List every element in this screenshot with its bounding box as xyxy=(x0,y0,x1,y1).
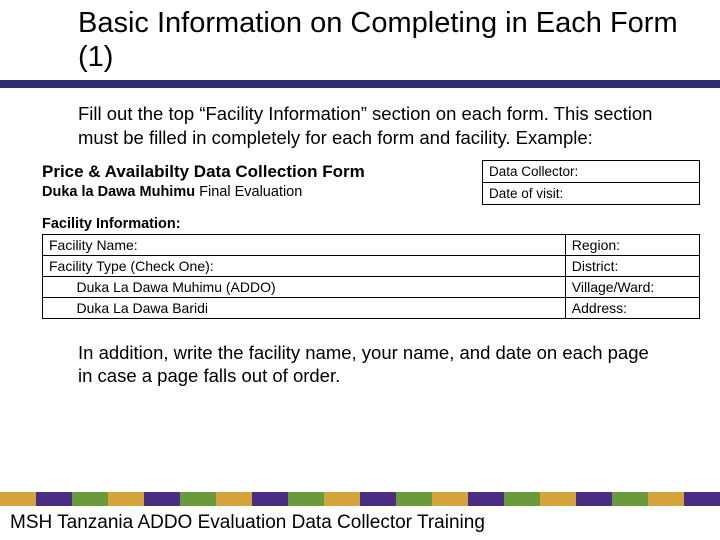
table-row: Duka La Dawa Baridi Address: xyxy=(43,297,700,318)
stripe-segment xyxy=(72,492,108,506)
outro-text: In addition, write the facility name, yo… xyxy=(0,319,720,398)
form-subtitle: Duka la Dawa Muhimu Final Evaluation xyxy=(42,183,472,206)
form-header-row: Price & Availabilty Data Collection Form… xyxy=(42,160,700,206)
district-cell: District: xyxy=(565,255,699,276)
intro-text: Fill out the top “Facility Information” … xyxy=(0,88,720,159)
title-band: Basic Information on Completing in Each … xyxy=(0,0,720,88)
table-row: Duka La Dawa Muhimu (ADDO) Village/Ward: xyxy=(43,276,700,297)
facility-name-cell: Facility Name: xyxy=(43,234,566,255)
footer-band: MSH Tanzania ADDO Evaluation Data Collec… xyxy=(0,492,720,540)
stripe-segment xyxy=(324,492,360,506)
stripe-segment xyxy=(288,492,324,506)
stripe-segment xyxy=(576,492,612,506)
stripe-segment xyxy=(108,492,144,506)
footer-stripes xyxy=(0,492,720,506)
stripe-segment xyxy=(0,492,36,506)
date-of-visit-box: Date of visit: xyxy=(482,182,700,205)
stripe-segment xyxy=(648,492,684,506)
title-underline xyxy=(0,80,720,84)
table-row: Facility Name: Region: xyxy=(43,234,700,255)
stripe-segment xyxy=(684,492,720,506)
form-title: Price & Availabilty Data Collection Form xyxy=(42,160,472,183)
indent-stub xyxy=(43,276,71,297)
stripe-segment xyxy=(396,492,432,506)
stripe-segment xyxy=(360,492,396,506)
stripe-segment xyxy=(252,492,288,506)
stripe-segment xyxy=(216,492,252,506)
form-header-right: Data Collector: Date of visit: xyxy=(482,160,700,206)
footer-text: MSH Tanzania ADDO Evaluation Data Collec… xyxy=(10,512,485,534)
village-cell: Village/Ward: xyxy=(565,276,699,297)
stripe-segment xyxy=(540,492,576,506)
form-header-left: Price & Availabilty Data Collection Form… xyxy=(42,160,482,206)
addo-cell: Duka La Dawa Muhimu (ADDO) xyxy=(71,276,566,297)
stripe-segment xyxy=(468,492,504,506)
region-cell: Region: xyxy=(565,234,699,255)
stripe-segment xyxy=(36,492,72,506)
baridi-cell: Duka La Dawa Baridi xyxy=(71,297,566,318)
form-example: Price & Availabilty Data Collection Form… xyxy=(0,160,720,319)
stripe-segment xyxy=(180,492,216,506)
slide-title: Basic Information on Completing in Each … xyxy=(0,0,720,80)
stripe-segment xyxy=(504,492,540,506)
form-subtitle-rest: Final Evaluation xyxy=(195,184,302,200)
address-cell: Address: xyxy=(565,297,699,318)
facility-info-label: Facility Information: xyxy=(42,206,700,234)
facility-type-cell: Facility Type (Check One): xyxy=(43,255,566,276)
table-row: Facility Type (Check One): District: xyxy=(43,255,700,276)
stripe-segment xyxy=(432,492,468,506)
facility-info-table: Facility Name: Region: Facility Type (Ch… xyxy=(42,234,700,319)
stripe-segment xyxy=(144,492,180,506)
stripe-segment xyxy=(612,492,648,506)
data-collector-box: Data Collector: xyxy=(482,160,700,183)
form-subtitle-bold: Duka la Dawa Muhimu xyxy=(42,184,195,200)
indent-stub xyxy=(43,297,71,318)
